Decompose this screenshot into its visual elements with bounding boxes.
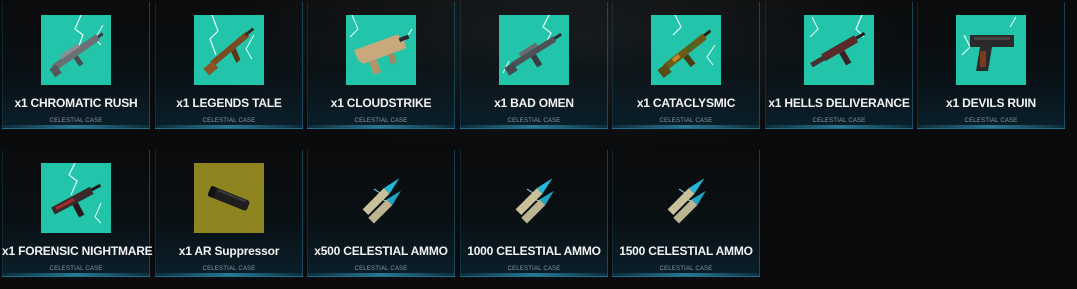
item-name: x1 AR Suppressor [178, 244, 280, 258]
rifle-icon [41, 15, 111, 85]
suppressor-icon [194, 163, 264, 233]
reward-card-ar-suppressor[interactable]: x1 AR Suppressor CELESTIAL CASE [155, 150, 303, 277]
item-name: x1 CHROMATIC RUSH [14, 96, 138, 110]
reward-card-celestial-ammo-1500[interactable]: 1500 CELESTIAL AMMO CELESTIAL CASE [612, 150, 760, 277]
reward-card-celestial-ammo-500[interactable]: x500 CELESTIAL AMMO CELESTIAL CASE [307, 150, 455, 277]
item-name: x500 CELESTIAL AMMO [314, 244, 448, 258]
item-name: 1500 CELESTIAL AMMO [619, 244, 753, 258]
item-name: x1 CLOUDSTRIKE [330, 96, 432, 110]
reward-card-cloudstrike[interactable]: x1 CLOUDSTRIKE CELESTIAL CASE [307, 2, 455, 129]
ak-rifle-icon [194, 15, 264, 85]
item-name: x1 CATACLYSMIC [636, 96, 736, 110]
reward-card-celestial-ammo-1000[interactable]: 1000 CELESTIAL AMMO CELESTIAL CASE [460, 150, 608, 277]
reward-grid: x1 CHROMATIC RUSH CELESTIAL CASE x1 LEGE… [0, 0, 1077, 289]
item-name: 1000 CELESTIAL AMMO [467, 244, 601, 258]
ammo-icon [346, 163, 416, 233]
pistol-icon [956, 15, 1026, 85]
case-label: CELESTIAL CASE [507, 266, 561, 272]
assault-rifle-icon [499, 15, 569, 85]
case-label: CELESTIAL CASE [49, 118, 103, 124]
case-label: CELESTIAL CASE [202, 266, 256, 272]
case-label: CELESTIAL CASE [659, 118, 713, 124]
bullpup-rifle-icon [346, 15, 416, 85]
case-label: CELESTIAL CASE [964, 118, 1018, 124]
item-name: x1 HELLS DELIVERANCE [768, 96, 910, 110]
ammo-icon [651, 163, 721, 233]
camo-rifle-icon [651, 15, 721, 85]
reward-card-bad-omen[interactable]: x1 BAD OMEN CELESTIAL CASE [460, 2, 608, 129]
reward-card-hells-deliverance[interactable]: x1 HELLS DELIVERANCE CELESTIAL CASE [765, 2, 913, 129]
case-label: CELESTIAL CASE [202, 118, 256, 124]
reward-card-forensic-nightmare[interactable]: x1 FORENSIC NIGHTMARE CELESTIAL CASE [2, 150, 153, 277]
item-name: x1 LEGENDS TALE [176, 96, 282, 110]
case-label: CELESTIAL CASE [354, 118, 408, 124]
reward-card-devils-ruin[interactable]: x1 DEVILS RUIN CELESTIAL CASE [917, 2, 1065, 129]
item-name: x1 BAD OMEN [494, 96, 574, 110]
item-name: x1 FORENSIC NIGHTMARE [2, 244, 153, 258]
case-label: CELESTIAL CASE [507, 118, 561, 124]
reward-card-legends-tale[interactable]: x1 LEGENDS TALE CELESTIAL CASE [155, 2, 303, 129]
case-label: CELESTIAL CASE [659, 266, 713, 272]
case-label: CELESTIAL CASE [354, 266, 408, 272]
item-name: x1 DEVILS RUIN [946, 96, 1036, 110]
case-label: CELESTIAL CASE [49, 266, 103, 272]
smg-icon [804, 15, 874, 85]
case-label: CELESTIAL CASE [812, 118, 866, 124]
compact-smg-icon [41, 163, 111, 233]
reward-card-chromatic-rush[interactable]: x1 CHROMATIC RUSH CELESTIAL CASE [2, 2, 150, 129]
ammo-icon [499, 163, 569, 233]
reward-card-cataclysmic[interactable]: x1 CATACLYSMIC CELESTIAL CASE [612, 2, 760, 129]
